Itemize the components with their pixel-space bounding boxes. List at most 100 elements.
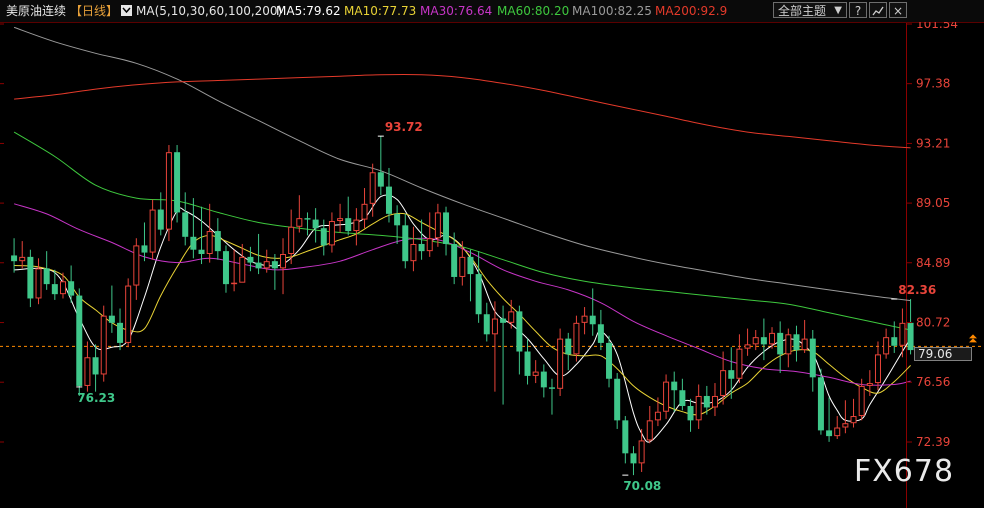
candle [247,246,254,272]
candle-body [891,337,898,346]
ma100-value: MA100:82.25 [572,4,652,18]
candle-body [801,338,808,351]
candle-body [491,318,498,335]
candle-body [516,311,523,352]
candle [728,347,735,399]
candle-body [606,342,613,379]
current-price-tag: 79.06 [914,347,972,361]
moving-average-lines [13,26,912,443]
candle-body [117,322,124,343]
candle-body [573,322,580,355]
candle-body [394,213,401,226]
candle-body [369,172,376,204]
price-annotations: 93.72 76.23 70.08 82.36 [76,120,936,493]
chart-line-icon [872,6,884,16]
candle-body [899,322,906,346]
candle [426,212,433,257]
close-button[interactable]: × [889,2,907,18]
y-tick-label: 84.89 [916,256,950,270]
candle [834,416,841,439]
candle [100,305,107,382]
candle [573,315,580,362]
candle-body [581,315,588,323]
candle [190,198,197,259]
candle [842,400,849,434]
candle-body [557,338,564,389]
candle-body [687,406,694,421]
ma5-value: MA5:79.62 [276,4,341,18]
candle-body [92,357,99,375]
candle [614,373,621,429]
ma-settings-icon[interactable] [121,5,132,19]
candle-body [858,385,865,417]
candle-body [907,322,914,351]
candle-body [622,420,629,454]
candle [280,238,287,295]
candle-body [59,281,66,295]
candle-body [231,282,238,285]
ma60-line [13,131,911,331]
candle [35,258,42,305]
candle-body [149,209,156,253]
candle-body [133,245,140,286]
candle-body [720,370,727,396]
candle-body [51,284,58,295]
candle-body [589,315,596,325]
candle-body [108,315,115,323]
candle-body [84,357,91,386]
candle-body [459,256,466,277]
candle [377,136,384,196]
candle-body [744,344,751,349]
candle [524,338,531,385]
candle [785,328,792,368]
candle [589,288,596,336]
candle [736,334,743,384]
ma200-line [14,74,911,149]
candle [475,251,482,323]
y-tick-label: 93.21 [916,136,950,150]
candlestick-chart[interactable]: 93.72 76.23 70.08 82.36 101.54 97.38 93.21 89.… [0,22,984,508]
candle [108,285,115,333]
candle [679,378,686,411]
candle-body [597,324,604,343]
candle-body [524,351,531,376]
candle [149,199,156,260]
candle [304,212,311,236]
candle [394,205,401,244]
candle [744,328,751,356]
candle-body [760,337,767,345]
candle [165,145,172,242]
candle-body [817,377,824,431]
candle [402,213,409,269]
candle [752,330,759,351]
candle-body [826,430,833,437]
candle [337,203,344,233]
theme-select[interactable]: 全部主题 ▼ [773,2,847,18]
candle-body [842,423,849,428]
help-button[interactable]: ? [849,2,867,18]
candle-body [288,226,295,255]
candle-body [711,395,718,408]
ma200-value: MA200:92.9 [655,4,728,18]
question-icon: ? [854,4,862,18]
candle-body [296,218,303,227]
ma30-value: MA30:76.64 [420,4,493,18]
chevron-down-icon: ▼ [834,5,842,16]
candle [174,145,181,223]
candle-body [174,152,181,213]
candle [467,249,474,302]
candle [850,398,857,428]
candle-body [752,337,759,345]
candle [606,335,613,388]
candle [353,208,360,246]
current-price-value: 79.06 [918,347,953,361]
candle-body [320,228,327,246]
candle [760,318,767,361]
candle [516,305,523,375]
candle-body [777,332,784,355]
indicator-button[interactable] [869,2,887,18]
period-label[interactable]: 【日线】 [70,4,118,18]
candle [801,319,808,353]
candle [581,307,588,335]
candle-body [834,427,841,437]
